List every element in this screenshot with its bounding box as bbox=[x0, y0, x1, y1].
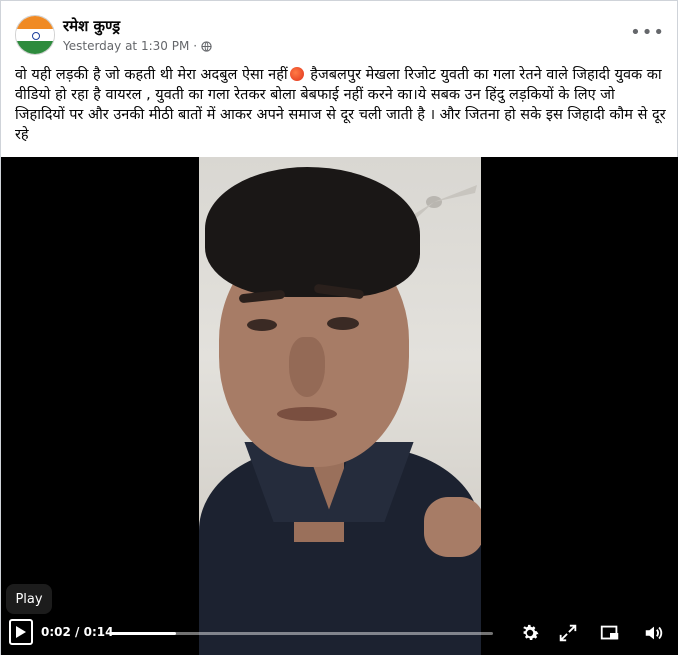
person-nose bbox=[289, 337, 325, 397]
progress-fill bbox=[109, 632, 177, 635]
avatar[interactable] bbox=[15, 15, 55, 55]
flag-chakra-icon bbox=[32, 32, 40, 40]
person-eye-right bbox=[327, 317, 359, 330]
volume-icon[interactable] bbox=[643, 622, 665, 644]
author-name[interactable]: रमेश कुण्ड्र bbox=[63, 16, 120, 36]
post-text-part1: वो यही लड़की है जो कहती थी मेरा अदबुल ऐस… bbox=[15, 67, 288, 83]
picture-in-picture-icon[interactable] bbox=[599, 622, 621, 644]
play-tooltip: Play bbox=[6, 584, 52, 614]
person-eye-left bbox=[247, 319, 277, 331]
video-frame bbox=[199, 157, 481, 655]
video-controls: 0:02 / 0:14 bbox=[1, 619, 678, 649]
flag-saffron-band bbox=[16, 16, 54, 30]
time-separator: / bbox=[70, 625, 84, 639]
post-header: रमेश कुण्ड्र Yesterday at 1:30 PM · ••• bbox=[15, 15, 665, 59]
more-options-icon[interactable]: ••• bbox=[630, 24, 665, 42]
flag-green-band bbox=[16, 40, 54, 54]
person-hair bbox=[205, 167, 420, 297]
video-player[interactable] bbox=[1, 157, 678, 655]
post-text: वो यही लड़की है जो कहती थी मेरा अदबुल ऐस… bbox=[15, 65, 667, 145]
post-card: रमेश कुण्ड्र Yesterday at 1:30 PM · ••• … bbox=[0, 0, 678, 655]
meta-separator: · bbox=[193, 39, 198, 53]
angry-face-emoji bbox=[289, 67, 304, 81]
video-time: 0:02 / 0:14 bbox=[41, 625, 113, 639]
fullscreen-expand-icon[interactable] bbox=[557, 622, 579, 644]
current-time: 0:02 bbox=[41, 625, 71, 639]
play-button[interactable] bbox=[9, 619, 33, 645]
post-timestamp[interactable]: Yesterday at 1:30 PM bbox=[63, 39, 189, 53]
globe-icon[interactable] bbox=[201, 40, 212, 52]
person-mouth bbox=[277, 407, 337, 421]
settings-gear-icon[interactable] bbox=[519, 622, 541, 644]
progress-bar[interactable] bbox=[109, 632, 493, 635]
post-meta: Yesterday at 1:30 PM · bbox=[63, 39, 212, 53]
play-icon bbox=[16, 626, 26, 638]
person-hand bbox=[424, 497, 481, 557]
